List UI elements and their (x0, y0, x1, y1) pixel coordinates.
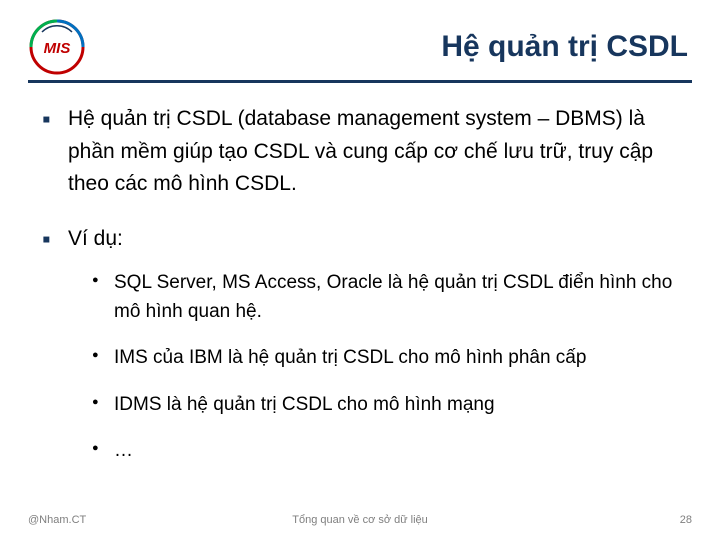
sub-bullet-text: … (114, 440, 133, 461)
bullet-text: Hệ quản trị CSDL (database management sy… (68, 107, 653, 195)
content: Hệ quản trị CSDL (database management sy… (28, 83, 692, 466)
sub-bullet-item: SQL Server, MS Access, Oracle là hệ quản… (92, 269, 686, 326)
slide: MIS Hệ quản trị CSDL Hệ quản trị CSDL (d… (0, 0, 720, 540)
footer: @Nham.CT Tổng quan về cơ sở dữ liệu 28 (28, 514, 692, 526)
header: MIS Hệ quản trị CSDL (28, 18, 692, 76)
sub-bullet-text: IMS của IBM là hệ quản trị CSDL cho mô h… (114, 347, 586, 368)
footer-title: Tổng quan về cơ sở dữ liệu (292, 514, 428, 526)
footer-author: @Nham.CT (28, 514, 86, 526)
sub-bullet-text: SQL Server, MS Access, Oracle là hệ quản… (114, 272, 672, 322)
sub-bullet-text: IDMS là hệ quản trị CSDL cho mô hình mạn… (114, 394, 495, 415)
sub-bullet-item: … (92, 437, 686, 466)
slide-title: Hệ quản trị CSDL (441, 30, 688, 64)
bullet-list: Hệ quản trị CSDL (database management sy… (34, 103, 686, 466)
sub-bullet-item: IMS của IBM là hệ quản trị CSDL cho mô h… (92, 344, 686, 373)
bullet-text: Ví dụ: (68, 227, 123, 250)
sub-bullet-list: SQL Server, MS Access, Oracle là hệ quản… (68, 269, 686, 466)
page-number: 28 (680, 514, 692, 526)
sub-bullet-item: IDMS là hệ quản trị CSDL cho mô hình mạn… (92, 391, 686, 420)
mis-logo-icon: MIS (28, 18, 86, 76)
bullet-item: Ví dụ: SQL Server, MS Access, Oracle là … (42, 223, 686, 466)
bullet-item: Hệ quản trị CSDL (database management sy… (42, 103, 686, 201)
logo-text: MIS (44, 40, 71, 57)
